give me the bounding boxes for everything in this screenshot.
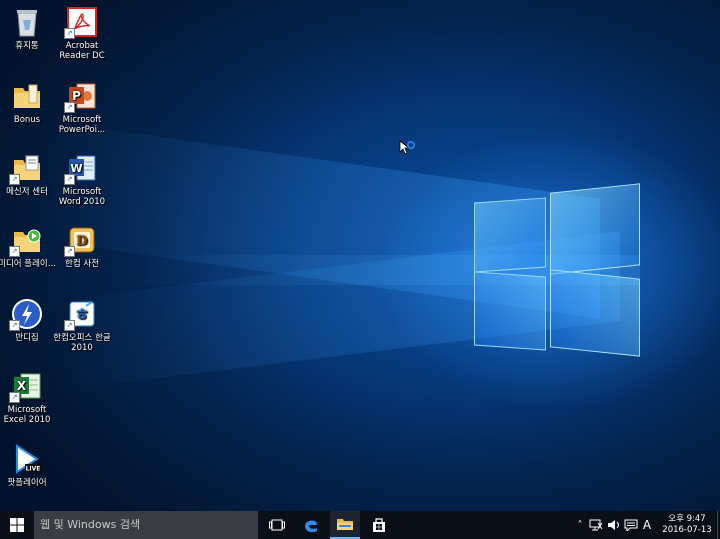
network-button[interactable] <box>588 511 604 539</box>
icon-label: Microsoft Word 2010 <box>58 187 106 207</box>
search-input[interactable]: 웹 및 Windows 검색 <box>34 511 258 539</box>
chevron-up-icon: ˄ <box>577 519 583 531</box>
desktop-icon-recycle-bin[interactable]: 휴지통 <box>0 6 58 51</box>
volume-button[interactable] <box>606 511 622 539</box>
clock-button[interactable]: 오후 9:47 2016-07-13 <box>658 511 716 539</box>
desktop-icon-bandizip[interactable]: ↗ 반디집 <box>0 298 58 343</box>
word-icon: W ↗ <box>64 152 98 185</box>
windows-logo-pane <box>550 183 640 275</box>
desktop-icon-media-player[interactable]: ↗ 미디어 플레이... <box>0 224 58 269</box>
store-icon <box>373 518 385 532</box>
svg-text:ㅎ: ㅎ <box>75 305 90 324</box>
folder-icon <box>11 80 43 112</box>
svg-text:P: P <box>72 89 81 103</box>
task-view-button[interactable] <box>262 511 292 539</box>
desktop-icon-word[interactable]: W ↗ Microsoft Word 2010 <box>51 152 113 207</box>
icon-label: Microsoft PowerPoi... <box>58 115 106 135</box>
desktop-icon-hancom-dictionary[interactable]: D ↗ 한컴 사전 <box>51 224 113 269</box>
shortcut-arrow-icon: ↗ <box>64 246 75 257</box>
shortcut-arrow-icon: ↗ <box>64 174 75 185</box>
potplayer-icon: LIVE <box>11 443 43 475</box>
action-center-button[interactable] <box>623 511 639 539</box>
taskbar: 웹 및 Windows 검색 ˄ A 오후 9:47 2016-07-13 <box>0 511 720 539</box>
desktop-background: 휴지통 Bonus ↗ 메신저 센터 ↗ 미디어 플레이... ↗ 반디집 X … <box>0 0 720 511</box>
start-button[interactable] <box>0 511 34 539</box>
icon-label: Bonus <box>13 115 41 125</box>
clock-time: 오후 9:47 <box>668 514 706 524</box>
icon-label: Acrobat Reader DC <box>59 41 105 61</box>
clock-date: 2016-07-13 <box>662 525 712 535</box>
excel-icon: X ↗ <box>9 370 43 403</box>
shortcut-arrow-icon: ↗ <box>9 174 20 185</box>
icon-label: 팟플레이어 <box>7 478 47 488</box>
desktop-icon-acrobat[interactable]: ↗ Acrobat Reader DC <box>51 6 113 61</box>
edge-icon <box>305 520 317 533</box>
icon-label: 한컴 사전 <box>65 259 99 269</box>
desktop-icon-hangul[interactable]: ㅎ ↗ 한컴오피스 한글 2010 <box>51 298 113 353</box>
icon-label: 미디어 플레이... <box>0 259 56 269</box>
acrobat-icon: ↗ <box>64 6 98 39</box>
network-icon <box>589 519 603 531</box>
desktop-icon-excel[interactable]: X ↗ Microsoft Excel 2010 <box>0 370 58 425</box>
hancom-dictionary-icon: D ↗ <box>64 224 98 257</box>
svg-text:X: X <box>17 379 27 393</box>
shortcut-arrow-icon: ↗ <box>9 320 20 331</box>
icon-label: Microsoft Excel 2010 <box>3 405 51 425</box>
messenger-folder-icon: ↗ <box>9 152 43 185</box>
edge-button[interactable] <box>296 511 326 539</box>
icon-label: 휴지통 <box>15 41 39 51</box>
desktop-icon-messenger-center[interactable]: ↗ 메신저 센터 <box>0 152 58 197</box>
file-explorer-button[interactable] <box>330 511 360 539</box>
icon-label: 반디집 <box>15 333 39 343</box>
windows-logo-pane <box>474 271 546 351</box>
live-badge: LIVE <box>26 466 41 473</box>
svg-text:D: D <box>76 234 87 249</box>
desktop-icon-powerpoint[interactable]: P ↗ Microsoft PowerPoi... <box>51 80 113 135</box>
icon-label: 한컴오피스 한글 2010 <box>53 333 111 353</box>
file-explorer-icon <box>337 519 353 530</box>
bandizip-icon: ↗ <box>9 298 43 331</box>
shortcut-arrow-icon: ↗ <box>64 28 75 39</box>
busy-cursor-icon <box>399 140 415 155</box>
input-method-button[interactable]: A <box>640 511 654 539</box>
desktop-icon-bonus[interactable]: Bonus <box>0 80 58 125</box>
windows-logo-pane <box>474 197 546 273</box>
desktop-icon-potplayer[interactable]: LIVE 팟플레이어 <box>0 443 58 488</box>
windows-logo-pane <box>550 269 640 357</box>
shortcut-arrow-icon: ↗ <box>64 102 75 113</box>
task-view-icon <box>269 519 285 531</box>
powerpoint-icon: P ↗ <box>64 80 98 113</box>
notification-icon <box>624 519 638 531</box>
hangul-icon: ㅎ ↗ <box>64 298 98 331</box>
shortcut-arrow-icon: ↗ <box>9 392 20 403</box>
store-button[interactable] <box>364 511 394 539</box>
icon-label: 메신저 센터 <box>6 187 48 197</box>
windows-start-icon <box>10 518 24 532</box>
volume-icon <box>608 520 619 530</box>
media-folder-icon: ↗ <box>9 224 43 257</box>
shortcut-arrow-icon: ↗ <box>9 246 20 257</box>
recycle-bin-icon <box>11 6 43 38</box>
shortcut-arrow-icon: ↗ <box>64 320 75 331</box>
show-hidden-icons-button[interactable]: ˄ <box>574 511 586 539</box>
